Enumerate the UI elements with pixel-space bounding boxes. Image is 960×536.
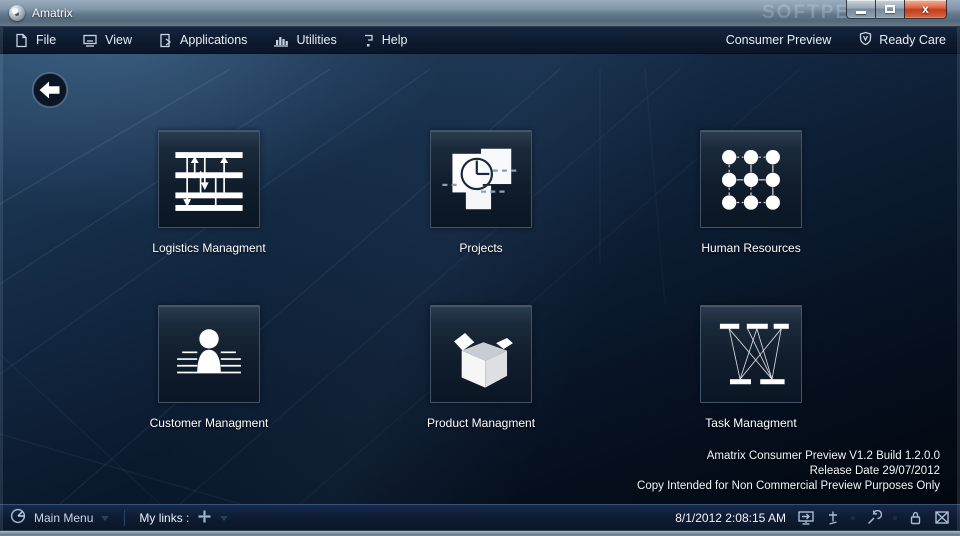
version-line-3: Copy Intended for Non Commercial Preview… bbox=[637, 479, 940, 494]
file-icon bbox=[14, 33, 29, 48]
remote-desktop-icon[interactable] bbox=[797, 510, 815, 526]
close-button[interactable]: x bbox=[904, 0, 947, 19]
menubar-right: Consumer Preview Ready Care bbox=[726, 31, 946, 49]
version-line-2: Release Date 29/07/2012 bbox=[637, 464, 940, 479]
menubar: File View Applications Utilities bbox=[0, 27, 960, 54]
human-resources-icon bbox=[700, 130, 802, 228]
menu-applications-label: Applications bbox=[180, 33, 247, 47]
logistics-icon bbox=[158, 130, 260, 228]
consumer-preview-label: Consumer Preview bbox=[726, 33, 832, 47]
statusbar-divider bbox=[123, 510, 125, 526]
dropdown-dot-icon bbox=[893, 516, 897, 520]
window-frame-bottom bbox=[0, 530, 960, 536]
tile-customer-management[interactable]: Customer Managment bbox=[127, 305, 291, 430]
menu-utilities-label: Utilities bbox=[296, 33, 336, 47]
product-icon bbox=[430, 305, 532, 403]
menu-help-label: Help bbox=[382, 33, 408, 47]
tile-label: Projects bbox=[459, 241, 502, 255]
menu-file[interactable]: File bbox=[14, 33, 56, 48]
applications-icon bbox=[158, 33, 173, 48]
task-icon bbox=[700, 305, 802, 403]
statusbar-left: Main Menu My links : bbox=[10, 508, 228, 527]
statusbar-right: 8/1/2012 2:08:15 AM bbox=[675, 510, 950, 526]
tile-projects[interactable]: Projects bbox=[399, 130, 563, 255]
lock-icon[interactable] bbox=[908, 510, 923, 526]
ready-care-label: Ready Care bbox=[879, 33, 946, 47]
tile-label: Customer Managment bbox=[150, 416, 269, 430]
main-menu-button[interactable]: Main Menu bbox=[34, 511, 93, 525]
tile-label: Human Resources bbox=[701, 241, 800, 255]
maximize-icon bbox=[885, 5, 895, 13]
menu-applications[interactable]: Applications bbox=[158, 33, 247, 48]
window-frame-left bbox=[0, 27, 3, 530]
app-logo-icon bbox=[9, 5, 25, 21]
add-link-icon[interactable] bbox=[197, 509, 212, 527]
tile-label: Logistics Managment bbox=[152, 241, 265, 255]
ready-care-button[interactable]: Ready Care bbox=[859, 31, 946, 49]
main-menu-icon bbox=[10, 508, 26, 527]
maximize-button[interactable] bbox=[875, 0, 904, 19]
dropdown-dot-icon bbox=[851, 516, 855, 520]
projects-icon bbox=[430, 130, 532, 228]
statusbar-datetime: 8/1/2012 2:08:15 AM bbox=[675, 511, 786, 525]
back-button[interactable] bbox=[31, 71, 69, 109]
titlebar[interactable]: Amatrix SOFTPEDIA x bbox=[0, 0, 960, 27]
help-icon bbox=[363, 33, 375, 48]
minimize-icon bbox=[856, 11, 866, 14]
close-box-icon[interactable] bbox=[934, 510, 950, 526]
tile-product-management[interactable]: Product Managment bbox=[399, 305, 563, 430]
menu-utilities[interactable]: Utilities bbox=[273, 33, 336, 48]
tile-task-management[interactable]: Task Managment bbox=[669, 305, 833, 430]
my-links-label: My links : bbox=[139, 511, 189, 525]
tile-logistics-management[interactable]: Logistics Managment bbox=[127, 130, 291, 255]
main-menu-dropdown-icon[interactable] bbox=[101, 516, 109, 521]
menu-items: File View Applications Utilities bbox=[14, 33, 407, 48]
menu-file-label: File bbox=[36, 33, 56, 47]
version-line-1: Amatrix Consumer Preview V1.2 Build 1.2.… bbox=[637, 449, 940, 464]
menu-view[interactable]: View bbox=[82, 33, 132, 48]
bridge-background bbox=[0, 54, 960, 504]
minimize-button[interactable] bbox=[846, 0, 875, 19]
main-area: Logistics Managment bbox=[0, 54, 960, 504]
add-tool-icon[interactable] bbox=[826, 510, 840, 526]
tile-label: Product Managment bbox=[427, 416, 535, 430]
shield-icon bbox=[859, 31, 872, 49]
wrench-icon[interactable] bbox=[866, 510, 882, 526]
my-links-dropdown-icon[interactable] bbox=[220, 516, 228, 521]
menu-help[interactable]: Help bbox=[363, 33, 408, 48]
version-info: Amatrix Consumer Preview V1.2 Build 1.2.… bbox=[637, 449, 940, 494]
window-controls: x bbox=[846, 0, 947, 19]
utilities-icon bbox=[273, 33, 289, 48]
statusbar: Main Menu My links : 8/1/2012 2:08:15 AM bbox=[0, 504, 960, 530]
window-title: Amatrix bbox=[32, 6, 73, 20]
close-icon: x bbox=[922, 1, 929, 18]
menu-view-label: View bbox=[105, 33, 132, 47]
customer-icon bbox=[158, 305, 260, 403]
tile-human-resources[interactable]: Human Resources bbox=[669, 130, 833, 255]
tile-label: Task Managment bbox=[705, 416, 796, 430]
app-window: Amatrix SOFTPEDIA x File bbox=[0, 0, 960, 536]
view-icon bbox=[82, 33, 98, 48]
